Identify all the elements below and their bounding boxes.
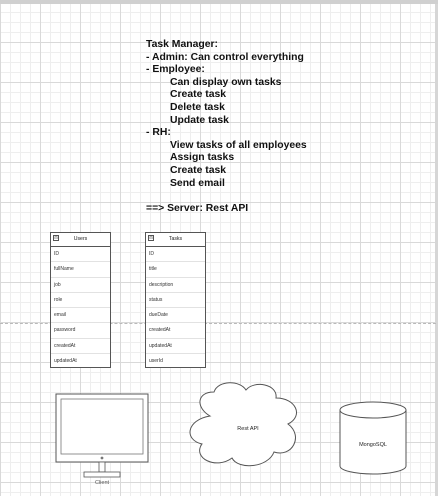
rest-api-label: Rest API xyxy=(237,426,259,432)
mongosql-label: MongoSQL xyxy=(359,442,387,448)
database-icon[interactable] xyxy=(339,401,407,475)
cloud-icon[interactable] xyxy=(189,382,297,467)
client-label: Client xyxy=(94,480,110,486)
diagram-shapes xyxy=(55,382,407,478)
monitor-icon[interactable] xyxy=(55,393,149,478)
